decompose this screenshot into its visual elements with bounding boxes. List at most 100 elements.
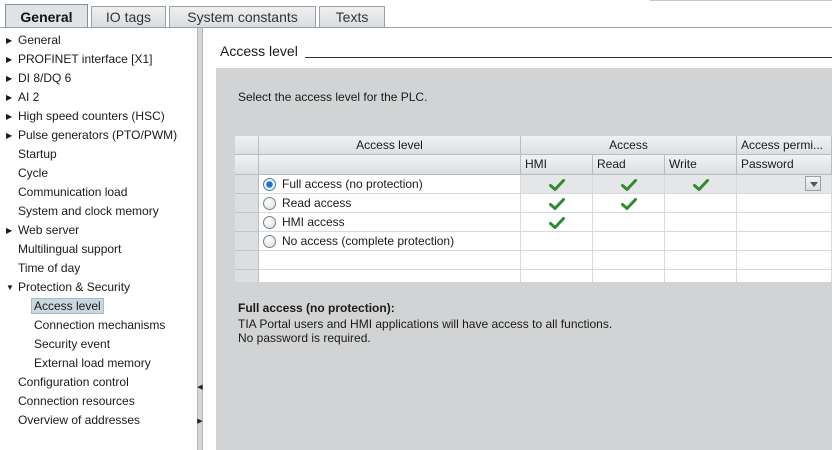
table-cell[interactable] [521,232,593,251]
table-corner [235,136,259,155]
nav-item-connection-resources[interactable]: Connection resources [18,392,135,411]
access-level-option[interactable]: No access (complete protection) [263,232,513,251]
row-header[interactable] [235,194,259,213]
nav-item-label: Time of day [18,261,80,275]
table-cell [593,251,665,270]
nav-item-configuration-control[interactable]: Configuration control [18,373,129,392]
nav-item-high-speed-counters-hsc[interactable]: ▶High speed counters (HSC) [18,107,165,126]
nav-item-label: Cycle [18,166,48,180]
expand-arrow-icon[interactable]: ▶ [6,31,12,50]
password-dropdown-button[interactable] [805,176,821,191]
nav-item-di-8-dq-6[interactable]: ▶DI 8/DQ 6 [18,69,71,88]
radio-unselected-icon[interactable] [263,235,276,248]
expand-arrow-icon[interactable]: ▶ [6,221,12,240]
access-level-option[interactable]: Full access (no protection) [263,175,513,194]
table-cell [665,270,737,282]
table-cell[interactable] [665,213,737,232]
nav-item-overview-of-addresses[interactable]: Overview of addresses [18,411,140,430]
nav-item-label: DI 8/DQ 6 [18,71,71,85]
nav-item-profinet-interface-x1[interactable]: ▶PROFINET interface [X1] [18,50,153,69]
row-header[interactable] [235,175,259,194]
expand-arrow-icon[interactable]: ▶ [6,88,12,107]
nav-item-access-level[interactable]: Access level [34,297,103,316]
radio-unselected-icon[interactable] [263,216,276,229]
checkmark-icon [549,198,565,210]
header-write[interactable]: Write [665,155,737,175]
header-access[interactable]: Access [521,136,737,155]
nav-item-pulse-generators-pto-pwm[interactable]: ▶Pulse generators (PTO/PWM) [18,126,177,145]
tab-io-tags[interactable]: IO tags [91,6,166,27]
nav-item-label: Configuration control [18,375,129,389]
nav-item-label: Pulse generators (PTO/PWM) [18,128,177,142]
intro-text: Select the access level for the PLC. [238,90,427,104]
row-header[interactable] [235,213,259,232]
nav-item-startup[interactable]: Startup [18,145,57,164]
nav-item-label: System and clock memory [18,204,159,218]
tab-texts[interactable]: Texts [319,6,385,27]
access-level-option-label: Read access [282,194,351,213]
nav-item-connection-mechanisms[interactable]: Connection mechanisms [34,316,165,335]
nav-item-general[interactable]: ▶General [18,31,61,50]
nav-item-label: High speed counters (HSC) [18,109,165,123]
row-header[interactable] [235,251,259,270]
nav-item-label: Connection resources [18,394,135,408]
table-cell [521,270,593,282]
nav-item-protection-security[interactable]: ▼Protection & Security [18,278,130,297]
tab-system-constants[interactable]: System constants [169,6,316,27]
access-level-option-label: No access (complete protection) [282,232,454,251]
header-hmi[interactable]: HMI [521,155,593,175]
table-cell[interactable] [593,213,665,232]
checkmark-icon [549,217,565,229]
row-header[interactable] [235,232,259,251]
section-title: Access level [220,43,298,59]
nav-item-ai-2[interactable]: ▶AI 2 [18,88,39,107]
nav-item-label: External load memory [34,356,151,370]
checkmark-icon [693,179,709,191]
table-cell [737,251,832,270]
nav-item-label: Multilingual support [18,242,121,256]
table-cell [665,251,737,270]
row-header[interactable] [235,270,259,282]
nav-item-system-and-clock-memory[interactable]: System and clock memory [18,202,159,221]
nav-item-web-server[interactable]: ▶Web server [18,221,79,240]
expand-arrow-icon[interactable]: ▶ [6,107,12,126]
table-cell[interactable] [737,194,832,213]
description-title: Full access (no protection): [238,301,395,315]
table-cell [521,251,593,270]
table-cell[interactable] [737,213,832,232]
nav-item-label: Access level [32,299,103,313]
nav-item-security-event[interactable]: Security event [34,335,110,354]
checkmark-icon [621,179,637,191]
table-cell[interactable] [665,194,737,213]
collapse-arrow-icon[interactable]: ▼ [6,278,14,297]
nav-item-time-of-day[interactable]: Time of day [18,259,80,278]
header-access-permission[interactable]: Access permi... [737,136,832,155]
navigation-tree: ▶General▶PROFINET interface [X1]▶DI 8/DQ… [0,28,197,450]
header-password[interactable]: Password [737,155,832,175]
nav-item-external-load-memory[interactable]: External load memory [34,354,151,373]
nav-item-multilingual-support[interactable]: Multilingual support [18,240,121,259]
section-title-rule [305,57,832,58]
nav-item-label: Security event [34,337,110,351]
checkmark-icon [621,198,637,210]
table-cell [737,270,832,282]
nav-item-cycle[interactable]: Cycle [18,164,48,183]
nav-item-communication-load[interactable]: Communication load [18,183,127,202]
nav-item-label: Connection mechanisms [34,318,165,332]
table-cell[interactable] [737,232,832,251]
tab-general[interactable]: General [5,4,88,28]
table-cell [593,270,665,282]
nav-item-label: Overview of addresses [18,413,140,427]
checkmark-icon [549,179,565,191]
access-level-option[interactable]: HMI access [263,213,513,232]
table-cell[interactable] [665,232,737,251]
expand-arrow-icon[interactable]: ▶ [6,126,12,145]
radio-selected-icon[interactable] [263,178,276,191]
access-level-option[interactable]: Read access [263,194,513,213]
expand-arrow-icon[interactable]: ▶ [6,69,12,88]
header-access-level[interactable]: Access level [259,136,521,155]
expand-arrow-icon[interactable]: ▶ [6,50,12,69]
header-read[interactable]: Read [593,155,665,175]
radio-unselected-icon[interactable] [263,197,276,210]
table-cell[interactable] [593,232,665,251]
